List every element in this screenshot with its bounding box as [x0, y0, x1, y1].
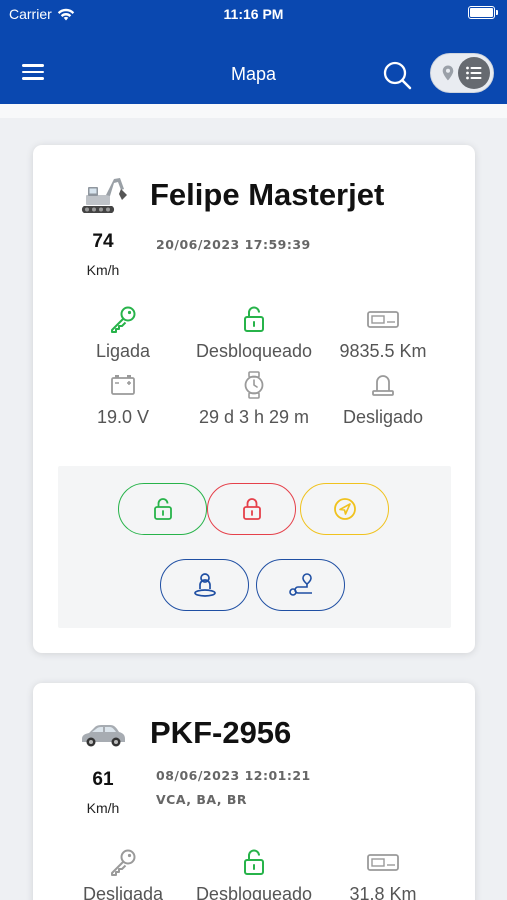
odometer-icon	[367, 311, 399, 328]
lock-button[interactable]	[207, 483, 296, 535]
map-list-toggle[interactable]	[430, 53, 494, 93]
unlock-icon	[153, 498, 172, 520]
vehicle-location: VCA, BA, BR	[156, 792, 248, 807]
app-header: Carrier 11:16 PM Mapa	[0, 0, 507, 104]
toggle-knob	[458, 57, 490, 89]
ignition-value: Ligada	[95, 341, 151, 361]
odometer-value: 31.8 Km	[349, 884, 417, 900]
speed-unit: Km/h	[86, 800, 120, 816]
unlock-icon	[244, 849, 264, 875]
battery-value: 19.0 V	[96, 407, 150, 427]
ignition-status: Ligada	[53, 305, 193, 365]
navigate-button[interactable]	[300, 483, 389, 535]
siren-icon	[372, 375, 394, 396]
route-button[interactable]	[256, 559, 345, 611]
ignition-value: Desligada	[82, 884, 164, 900]
lock-value: Desbloqueado	[195, 884, 313, 900]
odometer-value: 9835.5 Km	[339, 341, 427, 361]
ignition-status: Desligada	[53, 848, 193, 900]
odometer-icon	[367, 854, 399, 871]
command-panel	[58, 466, 451, 628]
battery-status-icon	[468, 6, 498, 19]
alarm-value: Desligado	[342, 407, 424, 427]
odometer-status: 31.8 Km	[313, 848, 453, 900]
battery-status: 19.0 V	[53, 371, 193, 431]
status-bar: Carrier 11:16 PM	[0, 0, 507, 28]
navigation-icon	[333, 498, 356, 520]
battery-icon	[111, 375, 135, 395]
clock: 11:16 PM	[223, 6, 284, 22]
alarm-status: Desligado	[313, 371, 453, 431]
runtime-status: 29 d 3 h 29 m	[184, 371, 324, 431]
lock-status: Desbloqueado	[184, 848, 324, 900]
search-icon[interactable]	[382, 60, 412, 90]
driver-location-icon	[193, 573, 216, 597]
odometer-status: 9835.5 Km	[313, 305, 453, 365]
vehicle-name: Felipe Masterjet	[150, 177, 385, 212]
runtime-value: 29 d 3 h 29 m	[198, 407, 310, 427]
vehicle-name: PKF-2956	[150, 715, 292, 750]
route-icon	[288, 573, 312, 596]
last-update-timestamp: 08/06/2023 12:01:21	[156, 768, 311, 783]
speed-unit: Km/h	[86, 262, 120, 278]
speed-value: 61	[92, 769, 114, 790]
driver-button[interactable]	[160, 559, 249, 611]
list-icon	[466, 66, 482, 80]
unlock-icon	[244, 306, 264, 332]
content-top-strip	[0, 104, 507, 118]
excavator-icon	[81, 178, 127, 213]
vehicle-card[interactable]: Felipe Masterjet 74 Km/h 20/06/2023 17:5…	[33, 145, 475, 653]
lock-icon	[242, 498, 261, 520]
watch-icon	[244, 371, 264, 399]
key-icon	[111, 849, 136, 876]
vehicle-card[interactable]: PKF-2956 61 Km/h 08/06/2023 12:01:21 VCA…	[33, 683, 475, 900]
map-pin-icon	[442, 65, 454, 81]
car-icon	[82, 725, 125, 747]
speed-value: 74	[92, 231, 114, 252]
unlock-button[interactable]	[118, 483, 207, 535]
last-update-timestamp: 20/06/2023 17:59:39	[156, 237, 311, 252]
key-icon	[111, 306, 136, 333]
lock-status: Desbloqueado	[184, 305, 324, 365]
lock-value: Desbloqueado	[195, 341, 313, 361]
